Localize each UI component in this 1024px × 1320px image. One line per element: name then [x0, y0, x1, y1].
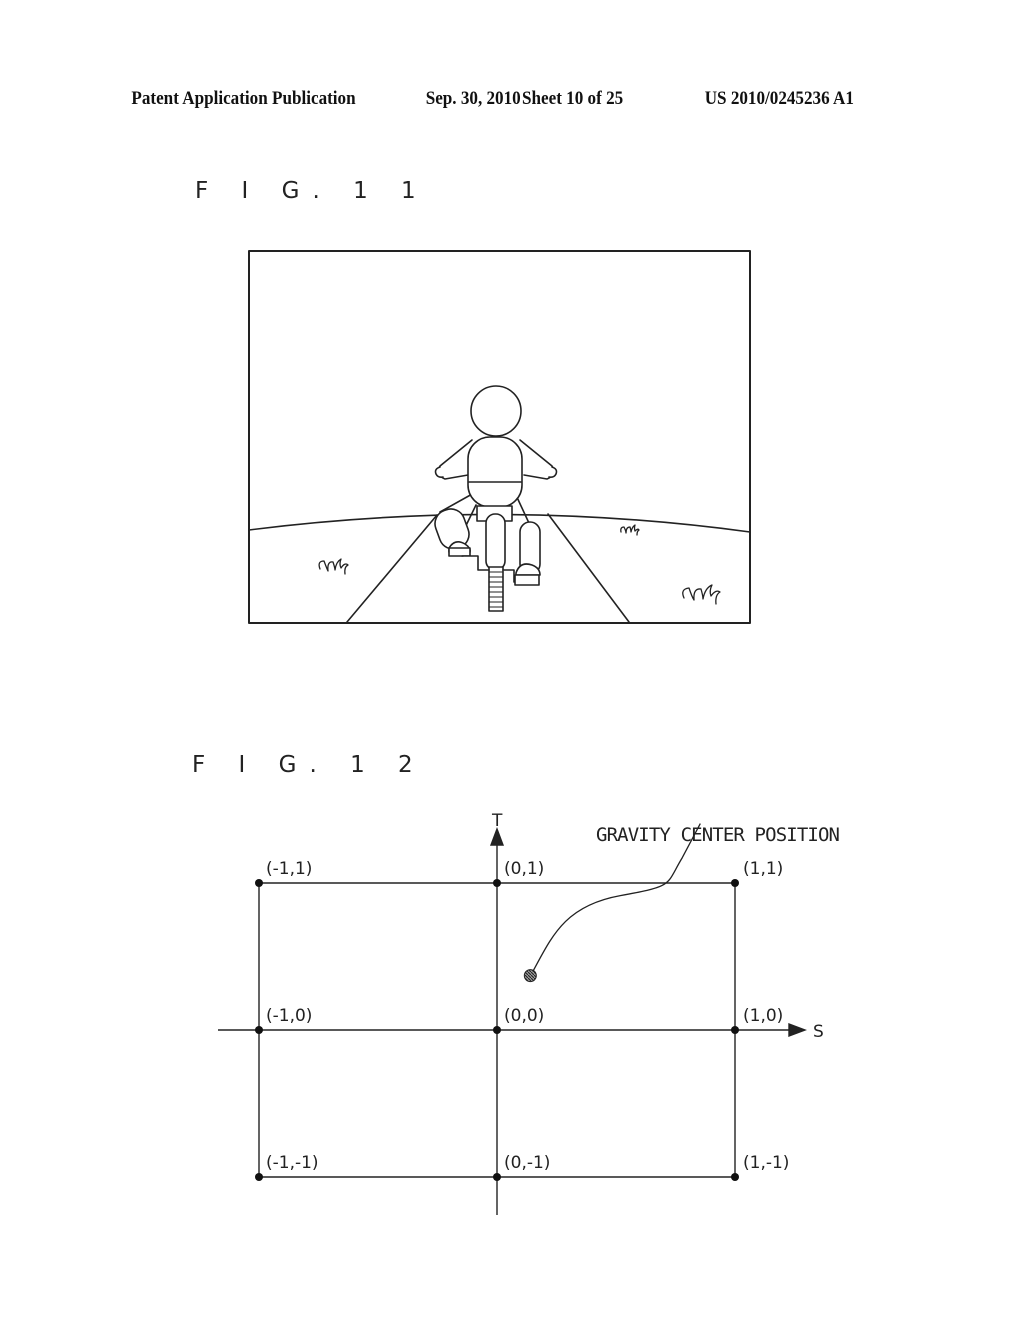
grid-point [493, 879, 501, 887]
point-label: (1,-1) [743, 1153, 789, 1173]
gravity-center-annotation: GRAVITY CENTER POSITION [596, 824, 840, 846]
point-label: (0,-1) [504, 1153, 550, 1173]
grid-point [731, 1026, 739, 1034]
fig12-chart: (-1,1) (0,1) (1,1) (-1,0) (0,0) (1,0) (-1,-1) (… [218, 811, 840, 1215]
s-axis-arrow-icon [788, 1022, 807, 1038]
grid-point [255, 1026, 263, 1034]
point-label: (0,0) [504, 1006, 544, 1026]
t-axis-arrow-icon [489, 827, 505, 846]
grid-point [255, 1173, 263, 1181]
grid-point [731, 1173, 739, 1181]
point-label: (1,0) [743, 1006, 783, 1026]
axis-t-label: T [491, 811, 503, 831]
point-label: (1,1) [743, 859, 783, 879]
grid-point [493, 1026, 501, 1034]
point-labels: (-1,1) (0,1) (1,1) (-1,0) (0,0) (1,0) (-1,-1) (… [266, 859, 789, 1173]
point-label: (0,1) [504, 859, 544, 879]
grid-point [731, 879, 739, 887]
axis-s-label: S [813, 1022, 824, 1042]
point-label: (-1,0) [266, 1006, 312, 1026]
grid-point [255, 879, 263, 887]
gravity-center-point [523, 969, 537, 983]
point-label: (-1,-1) [266, 1153, 319, 1173]
grid-point [493, 1173, 501, 1181]
point-label: (-1,1) [266, 859, 312, 879]
